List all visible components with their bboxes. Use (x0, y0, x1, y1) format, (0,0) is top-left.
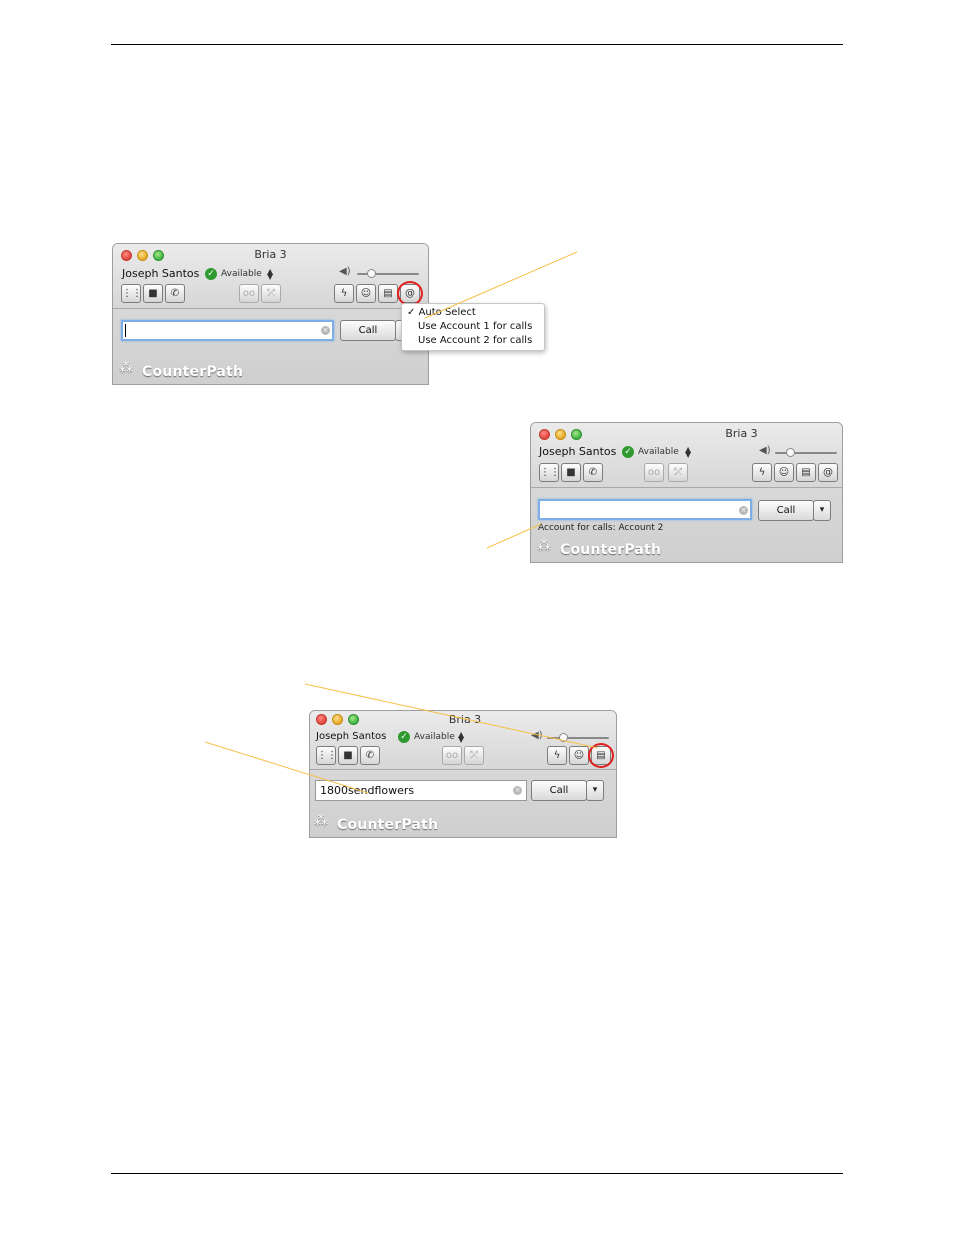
phone-button[interactable]: ✆ (583, 463, 603, 482)
volume-slider-knob[interactable] (559, 733, 568, 742)
counterpath-logo: CounterPath (142, 364, 244, 380)
status-available-icon: ✓ (622, 446, 634, 458)
menu-item-auto-select[interactable]: ✓ Auto Select (407, 307, 476, 318)
counterpath-logo-icon: ⁂ (537, 538, 551, 554)
user-name: Joseph Santos (122, 267, 200, 280)
transfer-button[interactable]: ⤱ (668, 463, 688, 482)
volume-icon: ◀) (531, 730, 543, 741)
clear-icon[interactable]: × (321, 326, 330, 335)
dialpad-button[interactable]: ⋮⋮ (121, 284, 142, 303)
zoom-window-button[interactable] (571, 429, 582, 440)
user-name: Joseph Santos (316, 731, 387, 742)
clear-icon[interactable]: × (513, 786, 522, 795)
user-name: Joseph Santos (539, 445, 617, 458)
status-updown-icon[interactable]: ▲ ▼ (458, 731, 464, 744)
call-button[interactable]: Call (340, 320, 396, 341)
voicemail-button[interactable]: oo (644, 463, 664, 482)
status-updown-icon[interactable]: ▲ ▼ (267, 268, 273, 281)
contacts-button[interactable]: ☺ (774, 463, 794, 482)
text-caret (125, 324, 126, 337)
contacts-button[interactable]: ☺ (356, 284, 376, 303)
flash-button[interactable]: ϟ (547, 746, 567, 765)
checkmark-icon: ✓ (407, 307, 419, 318)
menu-item-account-2[interactable]: Use Account 2 for calls (418, 335, 532, 346)
counterpath-logo: CounterPath (337, 817, 439, 833)
call-dropdown-button[interactable]: ▾ (586, 780, 604, 801)
video-button[interactable]: ■ (143, 284, 163, 303)
dialpad-button[interactable]: ⋮⋮ (316, 746, 337, 765)
toolbar-separator (531, 487, 842, 488)
directory-button[interactable]: ▤ (378, 284, 398, 303)
account-select-button[interactable]: @ (818, 463, 838, 482)
directory-button[interactable]: ▤ (796, 463, 816, 482)
volume-slider[interactable] (775, 452, 837, 454)
status-available-icon: ✓ (398, 731, 410, 743)
transfer-button[interactable]: ⤱ (464, 746, 484, 765)
toolbar-separator (113, 308, 428, 309)
close-window-button[interactable] (539, 429, 550, 440)
highlight-ring (588, 743, 614, 768)
contacts-button[interactable]: ☺ (569, 746, 589, 765)
video-button[interactable]: ■ (561, 463, 581, 482)
dial-input[interactable] (121, 320, 334, 341)
volume-icon: ◀) (339, 266, 351, 277)
counterpath-logo-icon: ⁂ (314, 813, 328, 829)
account-menu: ✓ Auto Select Use Account 1 for calls Us… (401, 303, 545, 351)
voicemail-button[interactable]: oo (442, 746, 462, 765)
phone-button[interactable]: ✆ (360, 746, 380, 765)
call-button[interactable]: Call (531, 780, 587, 801)
toolbar-separator (310, 769, 616, 770)
video-button[interactable]: ■ (338, 746, 358, 765)
window-title: Bria 3 (725, 427, 758, 440)
dial-input[interactable] (538, 499, 752, 520)
transfer-button[interactable]: ⤱ (261, 284, 281, 303)
call-button[interactable]: Call (758, 500, 814, 521)
clear-icon[interactable]: × (739, 506, 748, 515)
footer-rule (111, 1173, 843, 1174)
phone-button[interactable]: ✆ (165, 284, 185, 303)
status-label[interactable]: Available (414, 732, 455, 742)
volume-slider[interactable] (547, 737, 609, 739)
status-label[interactable]: Available (638, 447, 679, 457)
status-available-icon: ✓ (205, 268, 217, 280)
minimize-window-button[interactable] (555, 429, 566, 440)
menu-item-account-1[interactable]: Use Account 1 for calls (418, 321, 532, 332)
bria-window-3: Bria 3 Joseph Santos ✓ Available ▲ ▼ ◀) ⋮… (310, 711, 616, 837)
volume-icon: ◀) (759, 445, 771, 456)
flash-button[interactable]: ϟ (334, 284, 354, 303)
account-for-calls-message: Account for calls: Account 2 (538, 523, 664, 533)
header-rule (111, 44, 843, 45)
bria-window-1: Bria 3 Joseph Santos ✓ Available ▲ ▼ ◀) ⋮… (113, 244, 428, 384)
flash-button[interactable]: ϟ (752, 463, 772, 482)
volume-slider-knob[interactable] (367, 269, 376, 278)
status-updown-icon[interactable]: ▲ ▼ (685, 446, 691, 459)
window-title: Bria 3 (254, 248, 287, 261)
volume-slider-knob[interactable] (786, 448, 795, 457)
counterpath-logo-icon: ⁂ (119, 360, 133, 376)
status-label[interactable]: Available (221, 269, 262, 279)
bria-window-2: Bria 3 Joseph Santos ✓ Available ▲ ▼ ◀) ⋮… (531, 423, 842, 562)
voicemail-button[interactable]: oo (239, 284, 259, 303)
call-dropdown-button[interactable]: ▾ (813, 500, 831, 521)
callout-lines (204, 251, 599, 794)
dialpad-button[interactable]: ⋮⋮ (539, 463, 560, 482)
window-title: Bria 3 (448, 713, 482, 726)
dial-input[interactable]: 1800sendflowers (315, 780, 527, 801)
counterpath-logo: CounterPath (560, 542, 662, 558)
